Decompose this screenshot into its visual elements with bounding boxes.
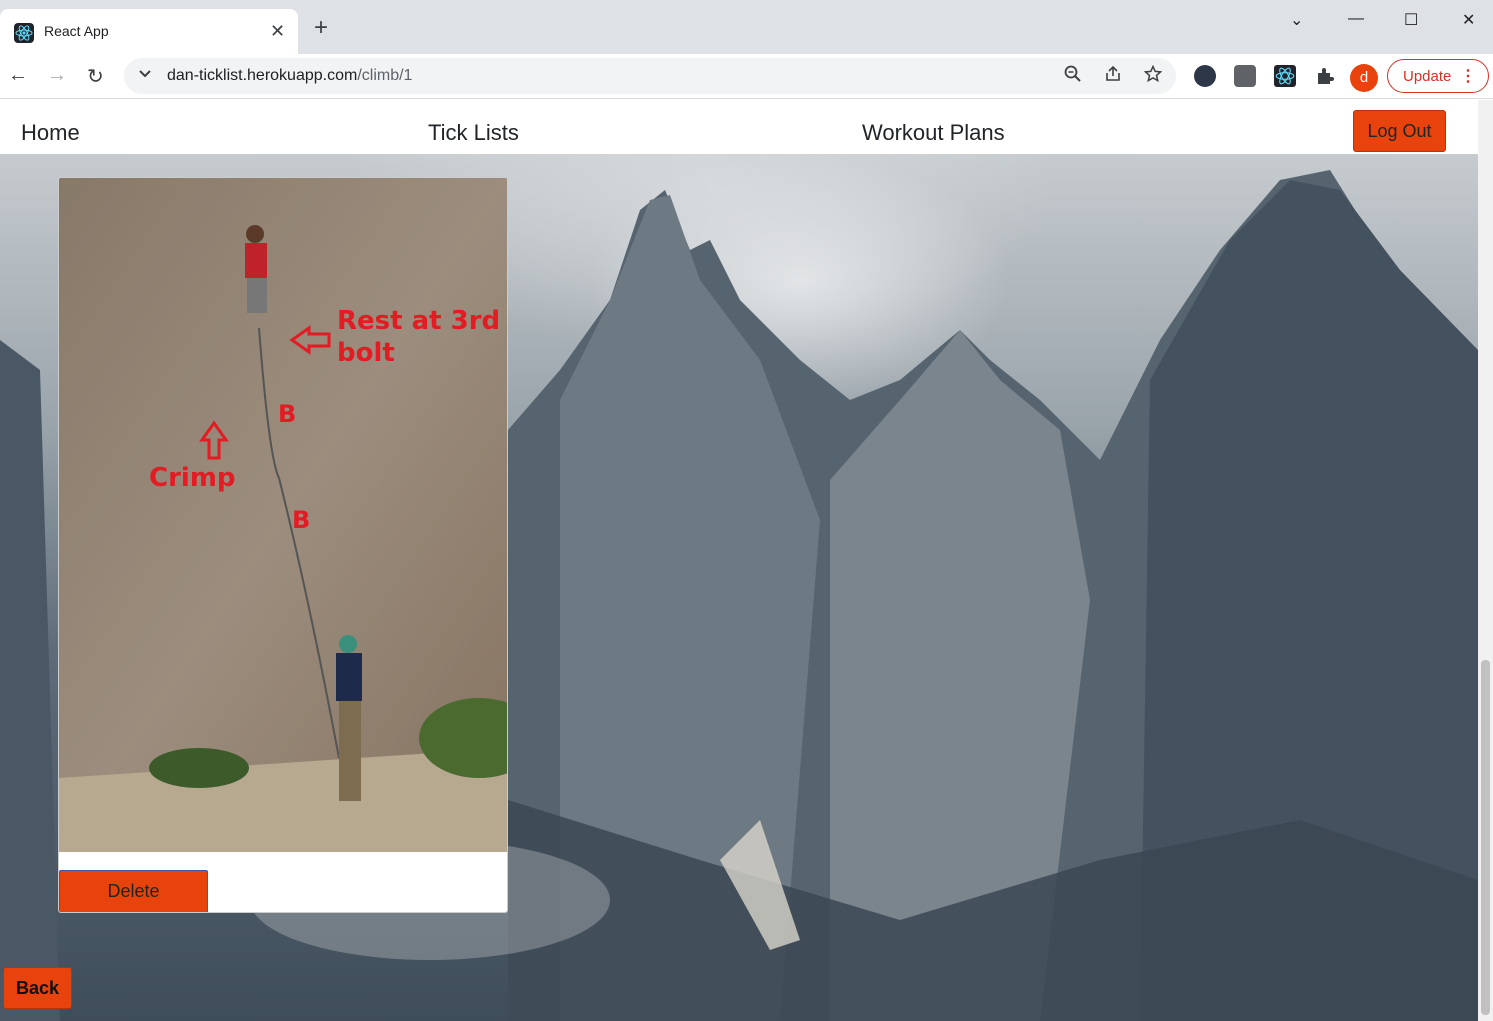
browser-tabstrip: React App ✕ + ⌄ — ☐ ✕ — [0, 0, 1493, 54]
bolt-annotation-2: B — [292, 506, 310, 534]
maximize-button[interactable]: ☐ — [1404, 10, 1418, 30]
browser-toolbar: ← → ↻ dan-ticklist.herokuapp.com/climb/1… — [0, 54, 1493, 99]
url-text[interactable]: dan-ticklist.herokuapp.com/climb/1 — [167, 67, 412, 85]
reload-icon[interactable]: ↻ — [87, 64, 104, 89]
extension-puzzle-app-icon[interactable] — [1234, 65, 1256, 87]
menu-dots-icon[interactable]: ⋮ — [1460, 66, 1476, 86]
back-arrow-icon[interactable]: ← — [8, 64, 28, 87]
bolt-annotation-1: B — [278, 400, 296, 428]
update-button[interactable]: Update ⋮ — [1387, 59, 1489, 93]
rest-annotation-line2: bolt — [337, 338, 395, 368]
zoom-icon[interactable] — [1064, 65, 1082, 88]
url-host: dan-ticklist.herokuapp.com — [167, 67, 358, 84]
new-tab-button[interactable]: + — [314, 16, 328, 40]
bookmark-star-icon[interactable] — [1143, 64, 1163, 88]
nav-home-link[interactable]: Home — [21, 120, 80, 146]
climb-card: Rest at 3rd bolt B B Crimp Delete — [58, 177, 508, 913]
browser-tab[interactable]: React App ✕ — [0, 9, 298, 54]
url-path: /climb/1 — [357, 67, 413, 84]
react-devtools-icon[interactable] — [1274, 65, 1296, 87]
close-window-button[interactable]: ✕ — [1462, 10, 1475, 30]
nav-tick-lists-link[interactable]: Tick Lists — [428, 120, 519, 146]
tab-title: React App — [44, 23, 109, 39]
site-info-icon[interactable] — [138, 66, 152, 83]
share-icon[interactable] — [1104, 65, 1122, 88]
tab-close-icon[interactable]: ✕ — [270, 21, 285, 42]
minimize-button[interactable]: — — [1348, 10, 1364, 28]
rest-annotation: Rest at 3rd — [337, 306, 500, 336]
page-viewport: Home Tick Lists Workout Plans Log Out Re… — [0, 100, 1478, 1021]
extension-e-icon[interactable] — [1194, 65, 1216, 87]
logout-button[interactable]: Log Out — [1353, 110, 1446, 152]
delete-button[interactable]: Delete — [59, 870, 208, 912]
forward-arrow-icon[interactable]: → — [47, 64, 67, 87]
back-button[interactable]: Back — [3, 967, 72, 1009]
react-icon — [14, 23, 34, 43]
nav-workout-plans-link[interactable]: Workout Plans — [862, 120, 1005, 146]
app-navbar: Home Tick Lists Workout Plans Log Out — [0, 100, 1478, 154]
profile-avatar[interactable]: d — [1350, 64, 1378, 92]
extensions-puzzle-icon[interactable] — [1314, 65, 1336, 87]
tab-search-icon[interactable]: ⌄ — [1290, 10, 1303, 30]
climb-photo: Rest at 3rd bolt B B Crimp — [59, 178, 507, 852]
scrollbar-thumb[interactable] — [1481, 660, 1490, 1015]
update-label: Update — [1403, 68, 1452, 85]
address-bar[interactable]: dan-ticklist.herokuapp.com/climb/1 — [124, 58, 1176, 94]
crimp-annotation: Crimp — [149, 463, 236, 493]
page-scrollbar[interactable] — [1478, 100, 1493, 1021]
